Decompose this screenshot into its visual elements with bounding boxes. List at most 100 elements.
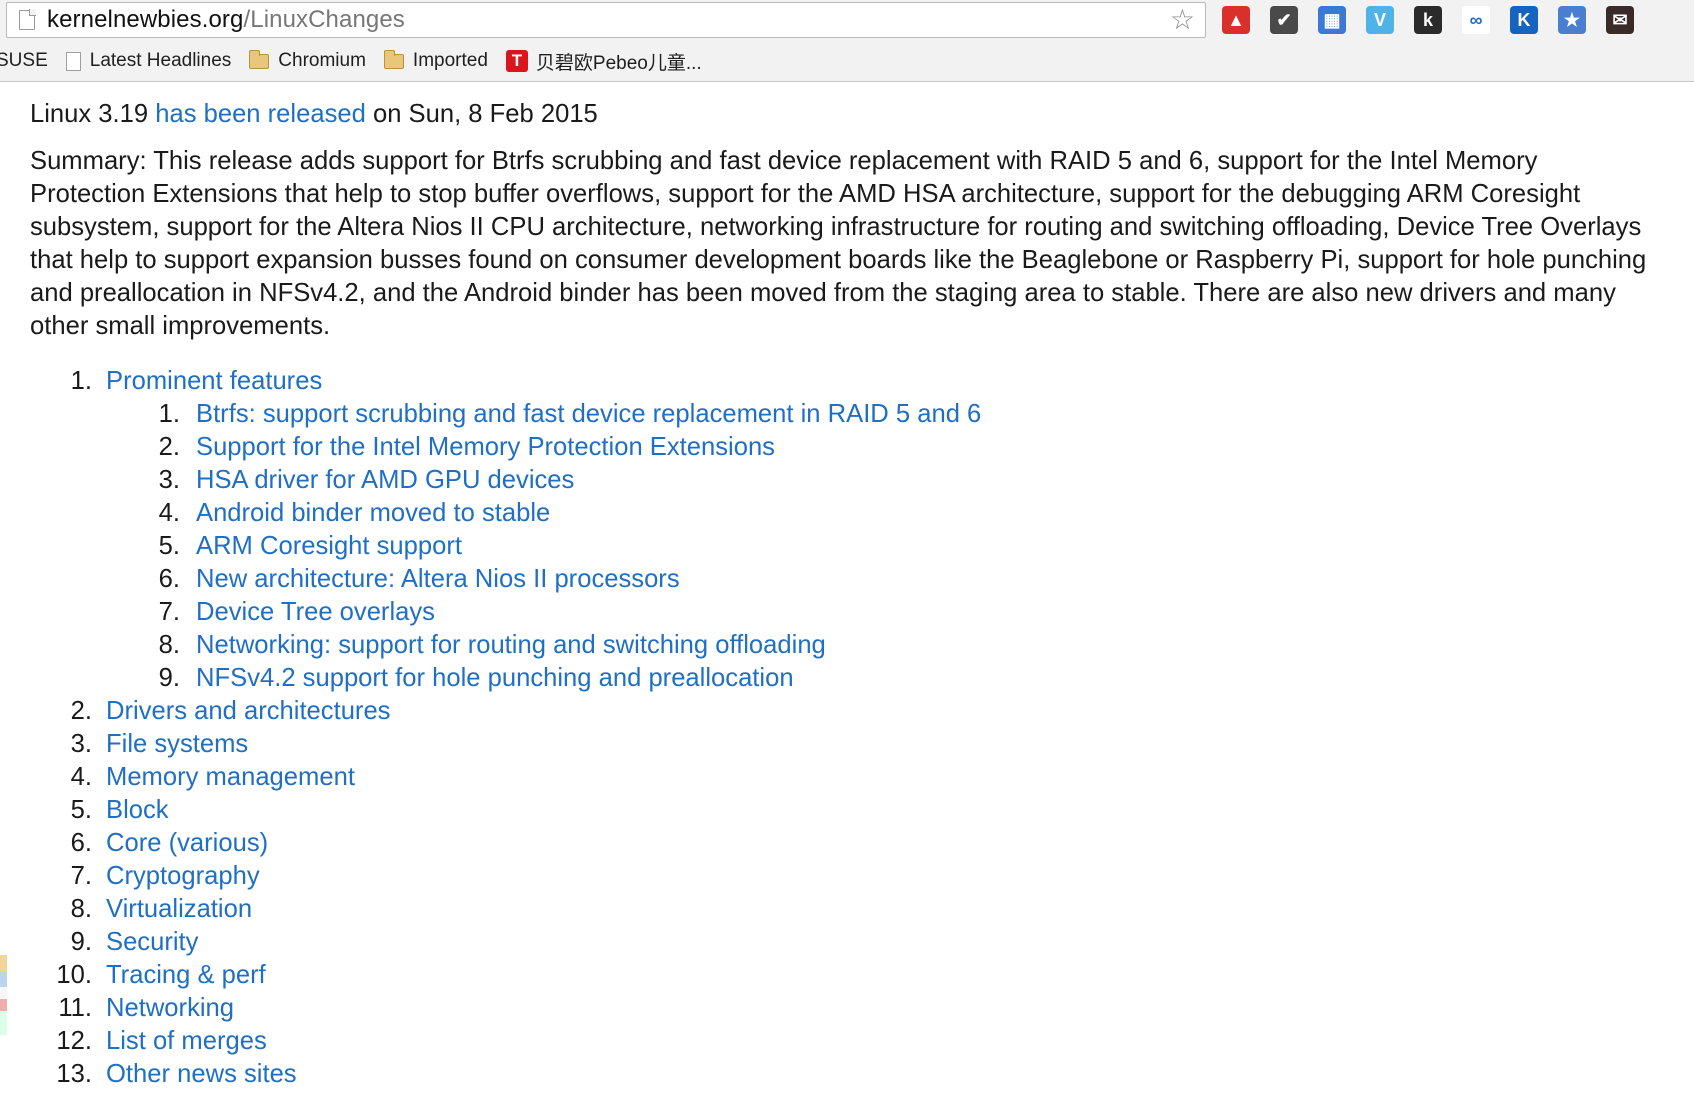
toc-item: 10. Tracing & perf (30, 959, 1670, 992)
toc-subitem: 5. ARM Coresight support (30, 530, 1670, 563)
acrobat-icon[interactable]: ▲ (1222, 6, 1250, 34)
toc-subnumber: 7. (158, 598, 180, 626)
k-blue-icon[interactable]: K (1510, 6, 1538, 34)
toc-item: 9. Security (30, 926, 1670, 959)
toc-subitem: 8. Networking: support for routing and sw… (30, 629, 1670, 662)
toc-subitem: 7. Device Tree overlays (30, 596, 1670, 629)
toc-sublink[interactable]: Device Tree overlays (196, 598, 435, 626)
folder-icon (249, 49, 270, 69)
toc-subitem: 2. Support for the Intel Memory Protectio… (30, 431, 1670, 464)
toc-sublink[interactable]: New architecture: Altera Nios II process… (196, 565, 680, 593)
page-content: Linux 3.19 has been released on Sun, 8 F… (30, 98, 1670, 1091)
bookmark-label: SUSE (0, 50, 48, 71)
table-of-contents: 1. Prominent features 1. Btrfs: support scr… (30, 365, 1670, 1091)
release-link[interactable]: has been released (155, 100, 366, 128)
toc-link[interactable]: Security (106, 928, 198, 956)
bookmark-label: Latest Headlines (89, 50, 232, 71)
toc-subnumber: 2. (158, 433, 180, 461)
bookmark-label: Imported (412, 50, 488, 71)
toc-number: 12. (56, 1027, 92, 1055)
toc-number: 6. (70, 829, 92, 857)
toc-subnumber: 6. (158, 565, 180, 593)
toc-number: 9. (70, 928, 92, 956)
vimeo-icon[interactable]: V (1366, 6, 1394, 34)
toc-link[interactable]: Drivers and architectures (106, 697, 390, 725)
toc-item: 3. File systems (30, 728, 1670, 761)
toc-sublink[interactable]: HSA driver for AMD GPU devices (196, 466, 574, 494)
toc-subnumber: 3. (158, 466, 180, 494)
toc-sublink[interactable]: NFSv4.2 support for hole punching and pr… (196, 664, 794, 692)
toc-subnumber: 1. (158, 400, 180, 428)
toc-link[interactable]: Virtualization (106, 895, 252, 923)
page-icon (65, 51, 81, 71)
toc-number: 10. (56, 961, 92, 989)
toc-link[interactable]: Tracing & perf (106, 961, 266, 989)
toc-number: 4. (70, 763, 92, 791)
toc-item: 2. Drivers and architectures (30, 695, 1670, 728)
toc-number: 5. (70, 796, 92, 824)
toc-item: 8. Virtualization (30, 893, 1670, 926)
toc-link[interactable]: File systems (106, 730, 248, 758)
toc-link[interactable]: Networking (106, 994, 234, 1022)
toc-link[interactable]: List of merges (106, 1027, 267, 1055)
infinity-icon[interactable]: ∞ (1462, 6, 1490, 34)
toc-number: 3. (70, 730, 92, 758)
toc-subitem: 9. NFSv4.2 support for hole punching and … (30, 662, 1670, 695)
url-text[interactable]: kernelnewbies.org/LinuxChanges (47, 6, 405, 34)
toc-sublink[interactable]: ARM Coresight support (196, 532, 462, 560)
toc-subnumber: 8. (158, 631, 180, 659)
extensions-bar: ▲ ✔ ▦ Vk ∞ K ★ ✉ (1222, 4, 1654, 36)
toc-sublink[interactable]: Android binder moved to stable (196, 499, 550, 527)
release-suffix: on Sun, 8 Feb 2015 (365, 100, 598, 128)
toc-item: 13. Other news sites (30, 1058, 1670, 1091)
toc-sublink[interactable]: Btrfs: support scrubbing and fast device… (196, 400, 981, 428)
toc-number: 7. (70, 862, 92, 890)
toc-subitem: 6. New architecture: Altera Nios II proce… (30, 563, 1670, 596)
bookmark-item[interactable]: SUSE (0, 50, 48, 72)
toc-sublink[interactable]: Support for the Intel Memory Protection … (196, 433, 775, 461)
cat-mail-icon[interactable]: ✉ (1606, 6, 1634, 34)
toc-sublink[interactable]: Networking: support for routing and swit… (196, 631, 826, 659)
toc-item: 11. Networking (30, 992, 1670, 1025)
toc-item: 5. Block (30, 794, 1670, 827)
folder-icon (383, 49, 404, 69)
star-badge-icon[interactable]: ★ (1558, 6, 1586, 34)
toc-item: 7. Cryptography (30, 860, 1670, 893)
toc-link[interactable]: Core (various) (106, 829, 268, 857)
url-host: kernelnewbies.org (47, 6, 244, 33)
toc-number: 1. (70, 367, 92, 395)
browser-chrome: kernelnewbies.org/LinuxChanges ☆ ▲ ✔ ▦ Vk ∞ K… (0, 0, 1694, 82)
url-path: /LinuxChanges (243, 6, 405, 33)
bookmark-label: 贝碧欧Pebeo儿童... (535, 52, 702, 74)
toc-item: 4. Memory management (30, 761, 1670, 794)
bookmark-item[interactable]: Imported (383, 49, 488, 72)
release-prefix: Linux 3.19 (30, 100, 156, 128)
toc-link[interactable]: Block (106, 796, 169, 824)
toc-item: 6. Core (various) (30, 827, 1670, 860)
bookmark-item[interactable]: Latest Headlines (65, 50, 232, 72)
toc-link[interactable]: Memory management (106, 763, 355, 791)
bookmark-item[interactable]: T 贝碧欧Pebeo儿童... (505, 48, 702, 75)
toc-link[interactable]: Prominent features (106, 367, 322, 395)
bookmark-star-icon[interactable]: ☆ (1170, 6, 1195, 34)
toc-link[interactable]: Cryptography (106, 862, 260, 890)
toc-number: 13. (56, 1060, 92, 1088)
toc-item: 1. Prominent features (30, 365, 1670, 398)
toc-link[interactable]: Other news sites (106, 1060, 297, 1088)
page-icon (19, 9, 36, 30)
toc-number: 11. (58, 994, 92, 1022)
toc-item: 12. List of merges (30, 1025, 1670, 1058)
pocket-icon[interactable]: ✔ (1270, 6, 1298, 34)
address-bar[interactable]: kernelnewbies.org/LinuxChanges ☆ (6, 2, 1206, 38)
bookmark-item[interactable]: Chromium (249, 49, 366, 72)
summary-paragraph: Summary: This release adds support for B… (30, 147, 1647, 340)
bookmark-label: Chromium (278, 50, 366, 71)
toc-number: 8. (70, 895, 92, 923)
calendar-icon[interactable]: ▦ (1318, 6, 1346, 34)
release-line: Linux 3.19 has been released on Sun, 8 F… (30, 98, 1670, 131)
toc-subitem: 4. Android binder moved to stable (30, 497, 1670, 530)
toc-number: 2. (70, 697, 92, 725)
toc-subnumber: 5. (158, 532, 180, 560)
k-icon[interactable]: k (1414, 6, 1442, 34)
toc-subnumber: 9. (158, 664, 180, 692)
